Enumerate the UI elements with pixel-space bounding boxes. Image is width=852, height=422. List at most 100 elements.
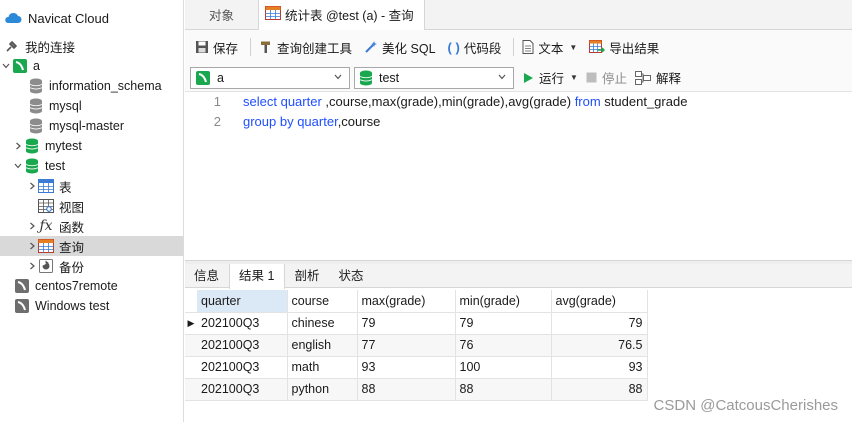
table-icon [38, 178, 54, 194]
sql-keyword: group by [243, 114, 294, 129]
tab-profile[interactable]: 剖析 [285, 264, 329, 288]
connection-sidebar: Navicat Cloud 我的连接 a information_schema … [0, 0, 184, 422]
connection-label: Windows test [35, 299, 110, 313]
toolbar-divider [513, 38, 515, 56]
cell[interactable]: 79 [455, 312, 552, 335]
table-row[interactable]: 202100Q3 python 88 88 88 [185, 378, 648, 401]
query-builder-button[interactable]: 查询创建工具 [255, 35, 356, 59]
tab-label: 剖析 [294, 269, 320, 283]
cell[interactable]: 202100Q3 [197, 378, 288, 401]
chevron-right-icon[interactable] [26, 220, 38, 232]
dropdown-caret-icon[interactable]: ▼ [570, 73, 578, 82]
chevron-right-icon[interactable] [26, 180, 38, 192]
table-row[interactable]: 202100Q3 math 93 100 93 [185, 356, 648, 379]
tree-item-tables[interactable]: 表 [0, 176, 183, 196]
cell[interactable]: 88 [455, 378, 552, 401]
line-number: 1 [213, 94, 221, 109]
run-button[interactable]: 运行 ▼ [522, 68, 578, 87]
cell[interactable]: 93 [357, 356, 456, 379]
tab-status[interactable]: 状态 [329, 264, 373, 288]
cell[interactable]: 76 [455, 334, 552, 357]
text-mode-button[interactable]: 文本 ▼ [518, 35, 581, 59]
table-row[interactable]: ▶ 202100Q3 chinese 79 79 79 [185, 312, 648, 335]
query-builder-label: 查询创建工具 [277, 41, 353, 56]
export-results-button[interactable]: 导出结果 [585, 35, 663, 59]
run-label: 运行 [539, 72, 565, 86]
tree-item-connection-a[interactable]: a [0, 56, 183, 76]
column-header-quarter[interactable]: quarter [197, 290, 288, 313]
stop-button[interactable]: 停止 [586, 68, 627, 87]
export-label: 导出结果 [609, 41, 660, 56]
tab-objects[interactable]: 对象 [185, 0, 258, 29]
connection-select-value: a [217, 70, 224, 85]
cell[interactable]: 93 [551, 356, 648, 379]
cell[interactable]: 79 [551, 312, 648, 335]
column-header-min-grade[interactable]: min(grade) [455, 290, 552, 313]
chevron-down-icon[interactable] [0, 60, 12, 72]
column-header-course[interactable]: course [287, 290, 358, 313]
tree-item-views[interactable]: 视图 [0, 196, 183, 216]
my-connections-label: 我的连接 [25, 40, 76, 55]
tables-label: 表 [59, 180, 72, 195]
db-label: mytest [45, 139, 82, 153]
table-row[interactable]: 202100Q3 english 77 76 76.5 [185, 334, 648, 357]
sql-keyword: quarter [280, 94, 322, 109]
cell[interactable]: 88 [551, 378, 648, 401]
chevron-right-icon[interactable] [26, 260, 38, 272]
code-snippet-button[interactable]: ( ) 代码段 [444, 35, 506, 59]
database-select[interactable]: test [354, 66, 514, 89]
stop-icon [586, 72, 597, 83]
tree-item-connection-windows-test[interactable]: Windows test [0, 296, 183, 316]
save-button[interactable]: 保存 [191, 35, 242, 59]
snippet-label: 代码段 [463, 41, 502, 56]
dropdown-caret-icon[interactable]: ▼ [569, 43, 577, 52]
cloud-icon [4, 12, 22, 24]
my-connections-row[interactable]: 我的连接 [0, 36, 183, 56]
database-select-value: test [379, 70, 400, 85]
navicat-cloud-row[interactable]: Navicat Cloud [0, 0, 183, 36]
function-icon: ƒx [39, 218, 53, 234]
cell[interactable]: chinese [287, 312, 358, 335]
magic-wand-icon [364, 40, 378, 54]
column-header-max-grade[interactable]: max(grade) [357, 290, 456, 313]
sql-editor[interactable]: 1 2 select quarter ,course,max(grade),mi… [185, 92, 852, 260]
tree-item-db-mytest[interactable]: mytest [0, 136, 183, 156]
database-icon [28, 98, 44, 114]
tree-item-functions[interactable]: ƒx 函数 [0, 216, 183, 236]
navicat-cloud-label: Navicat Cloud [28, 10, 109, 26]
cell[interactable]: 88 [357, 378, 456, 401]
tree-item-connection-centos7remote[interactable]: centos7remote [0, 276, 183, 296]
chevron-right-icon[interactable] [26, 240, 38, 252]
tab-message[interactable]: 信息 [185, 264, 229, 288]
cell[interactable]: 202100Q3 [197, 312, 288, 335]
column-header-avg-grade[interactable]: avg(grade) [551, 290, 648, 313]
cell[interactable]: 76.5 [551, 334, 648, 357]
connection-select[interactable]: a [190, 66, 350, 89]
code-line-1: select quarter ,course,max(grade),min(gr… [243, 92, 687, 112]
cell[interactable]: python [287, 378, 358, 401]
tree-item-backups[interactable]: 备份 [0, 256, 183, 276]
export-icon [589, 40, 606, 54]
cell[interactable]: 202100Q3 [197, 334, 288, 357]
row-marker [185, 378, 197, 401]
tab-query[interactable]: 统计表 @test (a) - 查询 [258, 0, 425, 30]
explain-button[interactable]: 解释 [634, 68, 681, 87]
tree-item-db-mysql[interactable]: mysql [0, 96, 183, 116]
tree-item-db-information-schema[interactable]: information_schema [0, 76, 183, 96]
cell[interactable]: 202100Q3 [197, 356, 288, 379]
sql-identifier: ,course [337, 114, 381, 129]
chevron-down-icon[interactable] [12, 160, 24, 172]
cell[interactable]: math [287, 356, 358, 379]
tree-item-queries[interactable]: 查询 [0, 236, 183, 256]
sql-keyword: select [243, 94, 277, 109]
tab-result-1[interactable]: 结果 1 [229, 264, 286, 289]
chevron-right-icon[interactable] [12, 140, 24, 152]
tree-item-db-test[interactable]: test [0, 156, 183, 176]
tree-item-db-mysql-master[interactable]: mysql-master [0, 116, 183, 136]
sql-code[interactable]: select quarter ,course,max(grade),min(gr… [243, 92, 687, 132]
cell[interactable]: 77 [357, 334, 456, 357]
cell[interactable]: english [287, 334, 358, 357]
cell[interactable]: 100 [455, 356, 552, 379]
cell[interactable]: 79 [357, 312, 456, 335]
beautify-sql-button[interactable]: 美化 SQL [360, 35, 440, 59]
